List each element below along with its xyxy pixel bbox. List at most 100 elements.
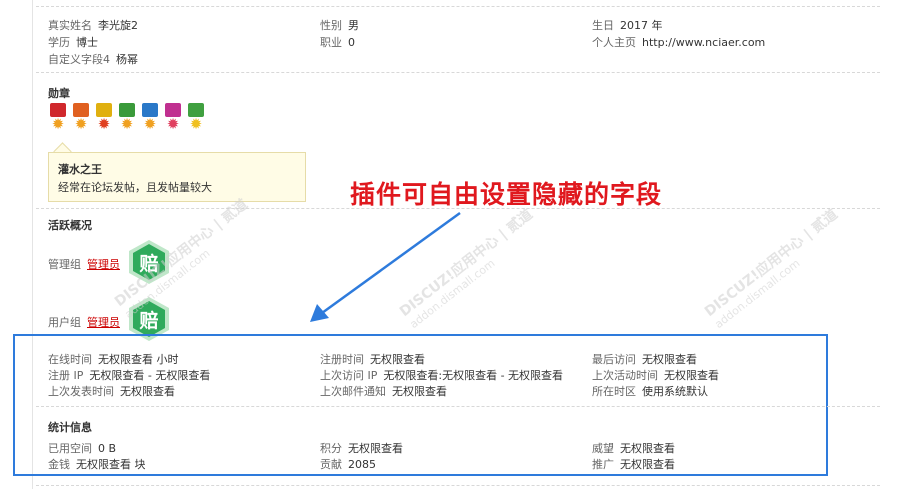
space-row: 已用空间 0 B [48,440,116,456]
activity-title: 活跃概况 [48,219,92,232]
medal-star: ✹ [166,115,180,133]
divider [36,6,880,7]
register-time-label: 注册时间 [320,353,364,366]
custom-field-value: 杨幂 [116,53,138,66]
medal-icon[interactable]: ✹ [94,103,114,135]
timezone-value: 使用系统默认 [642,385,708,398]
occupation-value: 0 [348,36,355,49]
money-row: 金钱 无权限查看 块 [48,456,146,472]
last-mail-row: 上次邮件通知 无权限查看 [320,383,447,399]
last-mail-label: 上次邮件通知 [320,385,386,398]
last-mail-value: 无权限查看 [392,385,447,398]
online-time-value: 无权限查看 小时 [98,353,179,366]
real-name-row: 真实姓名 李光旋2 [48,17,138,33]
birthday-label: 生日 [592,19,614,32]
medal-icon[interactable]: ✹ [71,103,91,135]
timezone-row: 所在时区 使用系统默认 [592,383,708,399]
medal-star: ✹ [143,115,157,133]
last-visit-ip-value: 无权限查看:无权限查看 - 无权限查看 [383,369,564,382]
register-ip-value: 无权限查看 - 无权限查看 [89,369,211,382]
education-label: 学历 [48,36,70,49]
annotation-arrow [310,211,461,322]
last-post-label: 上次发表时间 [48,385,114,398]
medal-star: ✹ [120,115,134,133]
register-time-row: 注册时间 无权限查看 [320,351,425,367]
compensation-badge-icon: 赔 [127,239,171,284]
user-group-label: 用户组 [48,316,81,329]
user-group-link[interactable]: 管理员 [87,316,120,329]
money-label: 金钱 [48,458,70,471]
contribution-value: 2085 [348,458,376,471]
last-visit-row: 最后访问 无权限查看 [592,351,697,367]
watermark: DISCUZ!应用中心 | 贰道 addon.dismall.com [700,204,850,331]
medal-star: ✹ [74,115,88,133]
last-post-row: 上次发表时间 无权限查看 [48,383,175,399]
last-post-value: 无权限查看 [120,385,175,398]
promotion-value: 无权限查看 [620,458,675,471]
last-visit-ip-row: 上次访问 IP 无权限查看:无权限查看 - 无权限查看 [320,367,563,383]
register-ip-row: 注册 IP 无权限查看 - 无权限查看 [48,367,210,383]
badge-char: 赔 [139,309,158,332]
medal-icon[interactable]: ✹ [48,103,68,135]
admin-group-row: 管理组 管理员 [48,256,120,272]
online-time-row: 在线时间 无权限查看 小时 [48,351,179,367]
timezone-label: 所在时区 [592,385,636,398]
money-value: 无权限查看 块 [76,458,146,471]
divider [36,406,880,407]
medal-icon[interactable]: ✹ [117,103,137,135]
contribution-row: 贡献 2085 [320,456,376,472]
birthday-value: 2017 年 [620,19,663,32]
last-visit-value: 无权限查看 [642,353,697,366]
medals-title: 勋章 [48,87,70,100]
education-value: 博士 [76,36,98,49]
birthday-row: 生日 2017 年 [592,17,663,33]
last-visit-ip-label: 上次访问 IP [320,369,378,382]
promotion-row: 推广 无权限查看 [592,456,675,472]
tooltip-title: 灌水之王 [58,163,102,176]
homepage-label: 个人主页 [592,36,636,49]
education-row: 学历 博士 [48,34,98,50]
medal-icon[interactable]: ✹ [140,103,160,135]
real-name-value: 李光旋2 [98,19,138,32]
custom-field-label: 自定义字段4 [48,53,110,66]
last-active-value: 无权限查看 [664,369,719,382]
last-active-label: 上次活动时间 [592,369,658,382]
gender-row: 性别男 [320,17,359,33]
admin-group-link[interactable]: 管理员 [87,258,120,271]
homepage-row: 个人主页 http://www.nciaer.com [592,34,765,50]
user-group-row: 用户组 管理员 [48,314,120,330]
occupation-row: 职业 0 [320,34,355,50]
medal-list: ✹ ✹ ✹ ✹ ✹ ✹ ✹ [48,103,206,135]
medal-tooltip: 灌水之王 经常在论坛发帖，且发帖量较大 [48,152,306,202]
prestige-label: 威望 [592,442,614,455]
register-time-value: 无权限查看 [370,353,425,366]
medal-star: ✹ [97,115,111,133]
contribution-label: 贡献 [320,458,342,471]
medal-icon[interactable]: ✹ [163,103,183,135]
last-active-row: 上次活动时间 无权限查看 [592,367,719,383]
online-time-label: 在线时间 [48,353,92,366]
homepage-link[interactable]: http://www.nciaer.com [642,36,765,49]
divider [36,485,880,486]
gender-label: 性别 [320,19,342,32]
credits-row: 积分 无权限查看 [320,440,403,456]
medal-star: ✹ [51,115,65,133]
tooltip-desc: 经常在论坛发帖，且发帖量较大 [58,181,212,194]
occupation-label: 职业 [320,36,342,49]
watermark-brand: DISCUZ!应用中心 | 贰道 [701,206,841,320]
watermark-url: addon.dismall.com [712,256,803,332]
custom-field-row: 自定义字段4 杨幂 [48,51,138,67]
last-visit-label: 最后访问 [592,353,636,366]
space-label: 已用空间 [48,442,92,455]
medal-star: ✹ [189,115,203,133]
register-ip-label: 注册 IP [48,369,84,382]
gender-value: 男 [348,19,359,32]
medal-icon[interactable]: ✹ [186,103,206,135]
real-name-label: 真实姓名 [48,19,92,32]
stats-title: 统计信息 [48,421,92,434]
badge-char: 赔 [139,252,158,275]
space-value: 0 B [98,442,117,455]
divider [36,72,880,73]
credits-value: 无权限查看 [348,442,403,455]
prestige-value: 无权限查看 [620,442,675,455]
